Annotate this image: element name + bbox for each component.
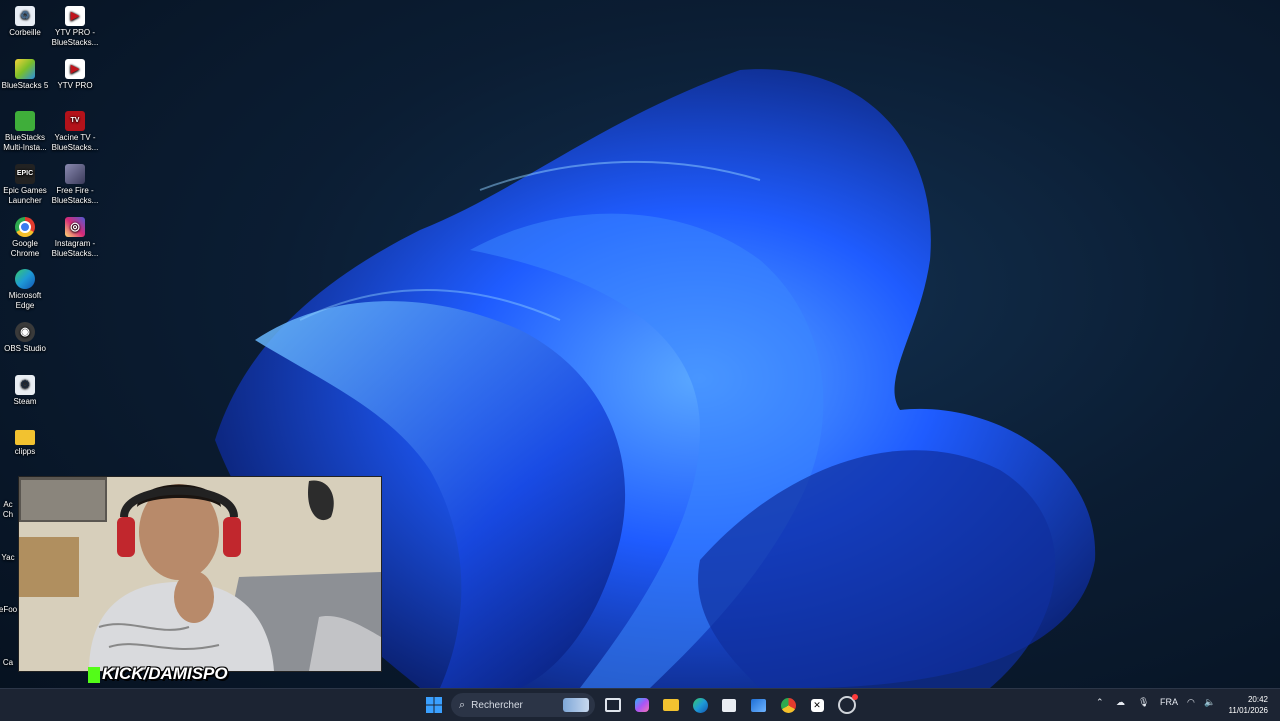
store-button[interactable]	[718, 694, 740, 716]
search-icon: ⌕	[459, 698, 466, 711]
desktop-icon-label: Free Fire - BlueStacks...	[51, 186, 99, 205]
wifi-icon: ◠	[1187, 697, 1195, 707]
show-hidden-icons-button[interactable]: ⌃	[1096, 697, 1104, 708]
webcam-overlay	[18, 476, 382, 672]
search-placeholder: Rechercher	[471, 699, 523, 711]
desktop-icon-ytv-pro-bluestacks[interactable]: ▶ YTV PRO - BlueStacks...	[50, 6, 100, 48]
desktop-icon-label: Instagram - BlueStacks...	[51, 239, 99, 258]
language-label: FRA	[1160, 697, 1178, 707]
kick-logo-icon	[88, 666, 100, 683]
language-indicator[interactable]: FRA	[1160, 697, 1178, 707]
volume-tray-button[interactable]: 🔈	[1204, 697, 1215, 708]
microphone-icon: 🎙	[1138, 697, 1150, 707]
task-view-button[interactable]	[602, 694, 624, 716]
desktop-icon-label: Epic Games Launcher	[3, 186, 47, 205]
taskbar: ⌕ Rechercher ✕ ⌃ ☁ 🎙 FRA ◠ 🔈 20:42 11/01…	[0, 688, 1280, 721]
ytv-pro-icon: ▶	[65, 6, 85, 26]
edge-icon	[15, 269, 35, 289]
desktop-icon-yacine-tv[interactable]: TV Yacine TV - BlueStacks...	[50, 111, 100, 153]
desktop-icon-label: YTV PRO	[57, 81, 93, 90]
desktop-icon-recycle-bin[interactable]: ♻ Corbeille	[0, 6, 50, 38]
desktop-icon-label: OBS Studio	[4, 344, 46, 353]
edge-icon	[692, 697, 708, 713]
search-highlight-icon	[563, 698, 589, 712]
desktop-icon-bluestacks-5[interactable]: BlueStacks 5	[0, 59, 50, 91]
desktop-icon-label: clipps	[14, 447, 36, 456]
kick-channel-text: KICK/DAMISPO	[102, 664, 228, 683]
recycle-bin-icon: ♻	[15, 6, 35, 26]
clock-button[interactable]: 20:42 11/01/2026	[1229, 694, 1268, 716]
desktop-icon-clipps[interactable]: clipps	[0, 427, 50, 457]
desktop-icon-instagram[interactable]: ◎ Instagram - BlueStacks...	[50, 217, 100, 259]
file-explorer-button[interactable]	[660, 694, 682, 716]
start-button[interactable]	[423, 694, 445, 716]
bluestacks-multi-icon	[15, 111, 35, 131]
obs-icon: ◉	[15, 322, 35, 342]
chrome-icon	[15, 217, 35, 237]
desktop-icon-label: BlueStacks 5	[1, 81, 49, 90]
task-view-icon	[605, 698, 621, 712]
chrome-taskbar-button[interactable]	[777, 694, 799, 716]
desktop-icon-steam[interactable]: ⚙ Steam	[0, 375, 50, 407]
file-explorer-icon	[663, 699, 679, 711]
desktop-icon-bluestacks-multi[interactable]: BlueStacks Multi-Insta...	[0, 111, 50, 153]
taskbar-search-box[interactable]: ⌕ Rechercher	[451, 693, 595, 717]
desktop-icon-label: Yacine TV - BlueStacks...	[51, 133, 99, 152]
edge-taskbar-button[interactable]	[689, 694, 711, 716]
ytv-pro-icon: ▶	[65, 59, 85, 79]
cloud-icon: ☁	[1116, 697, 1125, 707]
capcut-icon: ✕	[810, 698, 824, 712]
desktop-icon-label: Google Chrome	[10, 239, 40, 258]
clock-time: 20:42	[1247, 695, 1268, 704]
free-fire-icon	[65, 164, 85, 184]
folder-icon	[15, 430, 35, 445]
webcam-feed	[19, 477, 381, 671]
windows-start-icon	[426, 697, 442, 713]
chrome-profile-button[interactable]	[836, 694, 858, 716]
desktop-icon-google-chrome[interactable]: Google Chrome	[0, 217, 50, 259]
outlook-button[interactable]	[747, 694, 769, 716]
desktop-icon-label: BlueStacks Multi-Insta...	[3, 133, 47, 152]
network-tray-button[interactable]: ◠	[1187, 697, 1195, 708]
instagram-icon: ◎	[65, 217, 85, 237]
yacine-tv-icon: TV	[65, 111, 85, 131]
copilot-icon	[635, 698, 649, 712]
kick-channel-tag: KICK/DAMISPO	[88, 664, 274, 686]
desktop-icon-label: YTV PRO - BlueStacks...	[51, 28, 99, 47]
copilot-button[interactable]	[631, 694, 653, 716]
desktop-icon-ytv-pro[interactable]: ▶ YTV PRO	[50, 59, 100, 91]
desktop-icon-label: Corbeille	[9, 28, 41, 37]
chevron-up-icon: ⌃	[1096, 697, 1104, 707]
desktop-icon-microsoft-edge[interactable]: Microsoft Edge	[0, 269, 50, 311]
chrome-icon	[780, 697, 796, 713]
epic-games-icon: EPIC	[15, 164, 35, 184]
capcut-button[interactable]: ✕	[806, 694, 828, 716]
desktop-icon-free-fire[interactable]: Free Fire - BlueStacks...	[50, 164, 100, 206]
outlook-icon	[750, 698, 766, 712]
bluestacks-icon	[15, 59, 35, 79]
speaker-icon: 🔈	[1204, 697, 1216, 707]
desktop-icon-label: Steam	[13, 397, 37, 406]
steam-icon: ⚙	[15, 375, 35, 395]
desktop-icon-obs-studio[interactable]: ◉ OBS Studio	[0, 322, 50, 354]
desktop-icon-label: Microsoft Edge	[8, 291, 42, 310]
desktop-icon-epic-games[interactable]: EPIC Epic Games Launcher	[0, 164, 50, 206]
chrome-profile-icon	[838, 694, 858, 714]
clock-date: 11/01/2026	[1228, 706, 1268, 715]
microphone-tray-button[interactable]: 🎙	[1138, 697, 1149, 708]
store-icon	[722, 698, 736, 712]
onedrive-tray-button[interactable]: ☁	[1116, 697, 1125, 708]
